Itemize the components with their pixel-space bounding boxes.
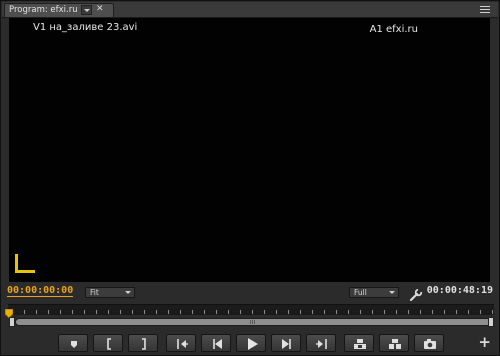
- ruler-tick: [96, 310, 97, 314]
- ruler-tick: [120, 310, 121, 314]
- mark-in-button[interactable]: [93, 334, 123, 352]
- chevron-down-icon: [389, 291, 395, 294]
- ruler-tick: [408, 310, 409, 314]
- playhead-marker[interactable]: [4, 304, 14, 319]
- ruler-tick: [216, 310, 217, 314]
- ruler-tick: [480, 310, 481, 314]
- export-frame-button[interactable]: [414, 334, 444, 352]
- step-back-icon: [213, 339, 222, 349]
- step-back-button[interactable]: [201, 334, 231, 352]
- ruler-tick: [192, 310, 193, 314]
- ruler-tick: [312, 310, 313, 314]
- lift-icon: [354, 339, 366, 349]
- tab-dropdown-button[interactable]: [81, 5, 92, 15]
- playback-resolution-value: Full: [354, 288, 367, 297]
- extract-icon: [389, 339, 401, 349]
- ruler-tick: [252, 310, 253, 314]
- ruler-tick: [132, 310, 133, 314]
- close-icon[interactable]: ✕: [96, 4, 104, 15]
- ruler-tick: [420, 310, 421, 314]
- ruler-tick: [36, 310, 37, 314]
- ruler-tick: [180, 310, 181, 314]
- wrench-icon[interactable]: [409, 286, 423, 302]
- ruler-tick: [24, 310, 25, 314]
- go-to-in-icon: [177, 339, 188, 349]
- ruler-tick: [468, 310, 469, 314]
- ruler-tick: [360, 310, 361, 314]
- ruler-tick: [396, 310, 397, 314]
- chevron-down-icon: [125, 291, 131, 294]
- current-timecode[interactable]: 00:00:00:00: [7, 285, 74, 297]
- ruler-tick: [300, 310, 301, 314]
- marker-icon: [71, 341, 77, 348]
- ruler-tick: [444, 310, 445, 314]
- video-track-overlay: V1 на_заливе 23.avi: [33, 22, 138, 33]
- go-to-out-button[interactable]: [306, 334, 336, 352]
- tab-program-monitor[interactable]: Program: efxi.ru ✕: [4, 3, 114, 17]
- ruler-tick: [168, 310, 169, 314]
- play-icon: [248, 338, 258, 350]
- video-display: V1 на_заливе 23.avi A1 efxi.ru: [9, 18, 490, 282]
- panel-menu-icon[interactable]: [480, 5, 492, 14]
- add-button[interactable]: +: [478, 334, 491, 351]
- ruler-tick: [336, 310, 337, 314]
- ruler-tick: [276, 310, 277, 314]
- ruler-tick: [240, 310, 241, 314]
- mark-in-icon: [107, 338, 111, 350]
- ruler-tick: [108, 310, 109, 314]
- mark-out-icon: [142, 338, 146, 350]
- ruler-tick: [144, 310, 145, 314]
- ruler-tick: [492, 310, 493, 314]
- ruler-tick: [372, 310, 373, 314]
- camera-icon: [424, 339, 436, 349]
- safe-margin-corner-marker: [15, 254, 35, 273]
- program-monitor-panel: Program: efxi.ru ✕ V1 на_заливе 23.avi A…: [0, 0, 500, 356]
- ruler-tick: [48, 310, 49, 314]
- ruler-tick: [84, 310, 85, 314]
- add-marker-button[interactable]: [58, 334, 88, 352]
- ruler-tick: [288, 310, 289, 314]
- extract-button[interactable]: [379, 334, 409, 352]
- duration-timecode: 00:00:48:19: [426, 285, 493, 296]
- step-forward-button[interactable]: [271, 334, 301, 352]
- zoom-scroll-bar[interactable]: [15, 318, 493, 326]
- playback-resolution-select[interactable]: Full: [349, 287, 399, 298]
- zoom-bar-grip: [250, 320, 256, 324]
- ruler-tick: [72, 310, 73, 314]
- ruler-tick: [264, 310, 265, 314]
- go-to-out-icon: [316, 339, 327, 349]
- ruler-tick: [348, 310, 349, 314]
- ruler-tick: [156, 310, 157, 314]
- zoom-level-select[interactable]: Fit: [85, 287, 135, 298]
- time-ruler[interactable]: [8, 304, 494, 315]
- ruler-tick: [228, 310, 229, 314]
- ruler-tick: [456, 310, 457, 314]
- lift-button[interactable]: [344, 334, 374, 352]
- step-forward-icon: [282, 339, 291, 349]
- ruler-tick: [324, 310, 325, 314]
- go-to-in-button[interactable]: [166, 334, 196, 352]
- tab-bar: Program: efxi.ru ✕: [2, 2, 498, 18]
- zoom-level-value: Fit: [90, 288, 99, 297]
- tab-title: Program: efxi.ru: [9, 5, 78, 15]
- play-button[interactable]: [236, 334, 266, 352]
- ruler-tick: [432, 310, 433, 314]
- audio-track-overlay: A1 efxi.ru: [369, 24, 418, 35]
- ruler-tick: [384, 310, 385, 314]
- ruler-tick: [60, 310, 61, 314]
- ruler-tick: [204, 310, 205, 314]
- zoom-bar-end-handle[interactable]: [488, 317, 494, 327]
- mark-out-button[interactable]: [128, 334, 158, 352]
